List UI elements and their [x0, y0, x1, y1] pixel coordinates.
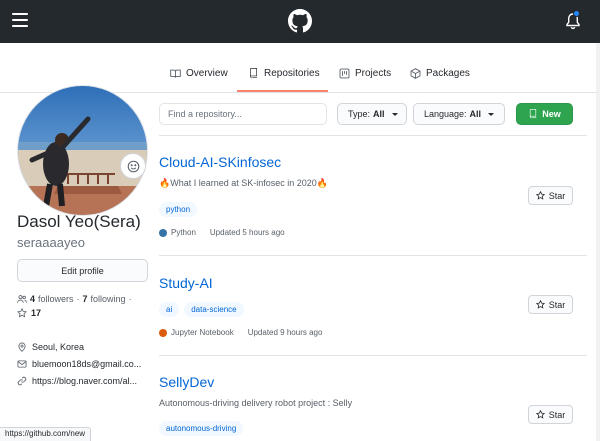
set-status-button[interactable]: [120, 153, 146, 179]
follow-stats: 4 followers · 7 following ·: [17, 294, 132, 304]
language-color-dot: [159, 328, 167, 337]
repo-description: Autonomous-driving delivery robot projec…: [159, 398, 353, 408]
repo-name-link[interactable]: SellyDev: [159, 374, 214, 390]
repo-language: Python: [171, 228, 196, 237]
type-filter-value: All: [373, 109, 385, 119]
star-button[interactable]: Star: [528, 186, 573, 205]
new-repository-button[interactable]: New: [516, 103, 573, 125]
topic-tag[interactable]: python: [159, 202, 198, 217]
topic-tag[interactable]: autonomous-driving: [159, 421, 244, 436]
caret-down-icon: [391, 112, 398, 116]
package-icon: [410, 68, 421, 79]
star-icon: [535, 410, 545, 419]
find-repository-input[interactable]: Find a repository...: [159, 103, 327, 125]
tab-overview[interactable]: Overview: [170, 62, 228, 92]
new-button-label: New: [542, 109, 561, 119]
hamburger-icon[interactable]: [12, 13, 28, 27]
star-label: Star: [548, 299, 566, 310]
tab-projects[interactable]: Projects: [339, 62, 391, 92]
repo-updated: Updated 9 hours ago: [247, 328, 323, 337]
type-filter-dropdown[interactable]: Type: All: [337, 103, 407, 125]
tab-packages[interactable]: Packages: [410, 62, 470, 92]
repo-name-link[interactable]: Cloud-AI-SKinfosec: [159, 154, 281, 170]
language-filter-dropdown[interactable]: Language: All: [413, 103, 505, 125]
topic-tag[interactable]: data-science: [184, 302, 244, 317]
caret-down-icon: [488, 112, 495, 116]
repo-topics: ai data-science: [159, 302, 244, 317]
smiley-icon: [127, 160, 139, 172]
repo-icon: [250, 68, 257, 79]
avatar-photo: [18, 86, 147, 215]
tab-repositories[interactable]: Repositories: [248, 62, 320, 92]
star-button[interactable]: Star: [528, 295, 573, 314]
language-filter-value: All: [469, 109, 482, 119]
repo-icon: [530, 109, 537, 119]
book-open-icon: [170, 69, 181, 78]
star-icon: [535, 300, 545, 309]
email-item[interactable]: bluemoon18ds@gmail.co...: [17, 359, 150, 369]
repo-name-link[interactable]: Study-AI: [159, 275, 213, 291]
language-filter-label: Language:: [424, 109, 467, 119]
project-icon: [339, 68, 350, 79]
location-icon: [18, 342, 26, 352]
type-filter-label: Type:: [348, 109, 371, 119]
star-label: Star: [548, 409, 566, 420]
profile-username: seraaaayeo: [17, 235, 85, 250]
scrollbar[interactable]: [596, 43, 600, 441]
followers-label[interactable]: followers: [38, 294, 74, 304]
separator: ·: [76, 294, 80, 304]
topic-tag[interactable]: ai: [159, 302, 180, 317]
star-icon: [17, 308, 27, 318]
repo-meta: Python Updated 5 hours ago: [159, 228, 285, 237]
repo-updated: Updated 5 hours ago: [209, 228, 285, 237]
location-item: Seoul, Korea: [17, 342, 150, 352]
tab-label: Overview: [186, 68, 228, 79]
notification-dot: [573, 10, 580, 17]
tab-label: Packages: [426, 68, 470, 79]
repo-topics: python: [159, 202, 198, 217]
tab-label: Projects: [355, 68, 392, 79]
star-label: Star: [548, 190, 566, 201]
followers-count[interactable]: 4: [30, 294, 35, 304]
website-item[interactable]: https://blog.naver.com/al...: [17, 376, 150, 386]
people-icon: [17, 295, 27, 303]
link-preview-statusbar: https://github.com/new: [0, 427, 92, 441]
repo-meta: Jupyter Notebook Updated 9 hours ago: [159, 328, 322, 337]
mail-icon: [17, 360, 27, 368]
link-icon: [17, 376, 27, 386]
edit-profile-button[interactable]: Edit profile: [17, 259, 148, 282]
star-icon: [535, 191, 545, 200]
repo-description: 🔥What I learned at SK-infosec in 2020🔥: [159, 178, 328, 188]
location-text: Seoul, Korea: [32, 342, 85, 352]
star-button[interactable]: Star: [528, 405, 573, 424]
website-link[interactable]: https://blog.naver.com/al...: [32, 376, 137, 386]
profile-fullname: Dasol Yeo(Sera): [17, 212, 141, 231]
following-label[interactable]: following: [91, 294, 126, 304]
avatar[interactable]: [17, 85, 148, 216]
email-link[interactable]: bluemoon18ds@gmail.co...: [32, 359, 141, 369]
repo-divider: [159, 255, 587, 256]
following-count[interactable]: 7: [83, 294, 88, 304]
repo-language: Jupyter Notebook: [171, 328, 234, 337]
repo-topics: autonomous-driving: [159, 421, 244, 436]
stars-count: 17: [31, 308, 42, 318]
tab-label: Repositories: [264, 68, 320, 79]
repo-divider: [159, 135, 587, 136]
top-navbar: [0, 0, 600, 43]
repo-divider: [159, 355, 587, 356]
language-color-dot: [159, 228, 167, 237]
stars-stat[interactable]: 17: [17, 308, 41, 318]
github-mark-icon[interactable]: [288, 9, 312, 33]
separator: ·: [128, 294, 132, 304]
